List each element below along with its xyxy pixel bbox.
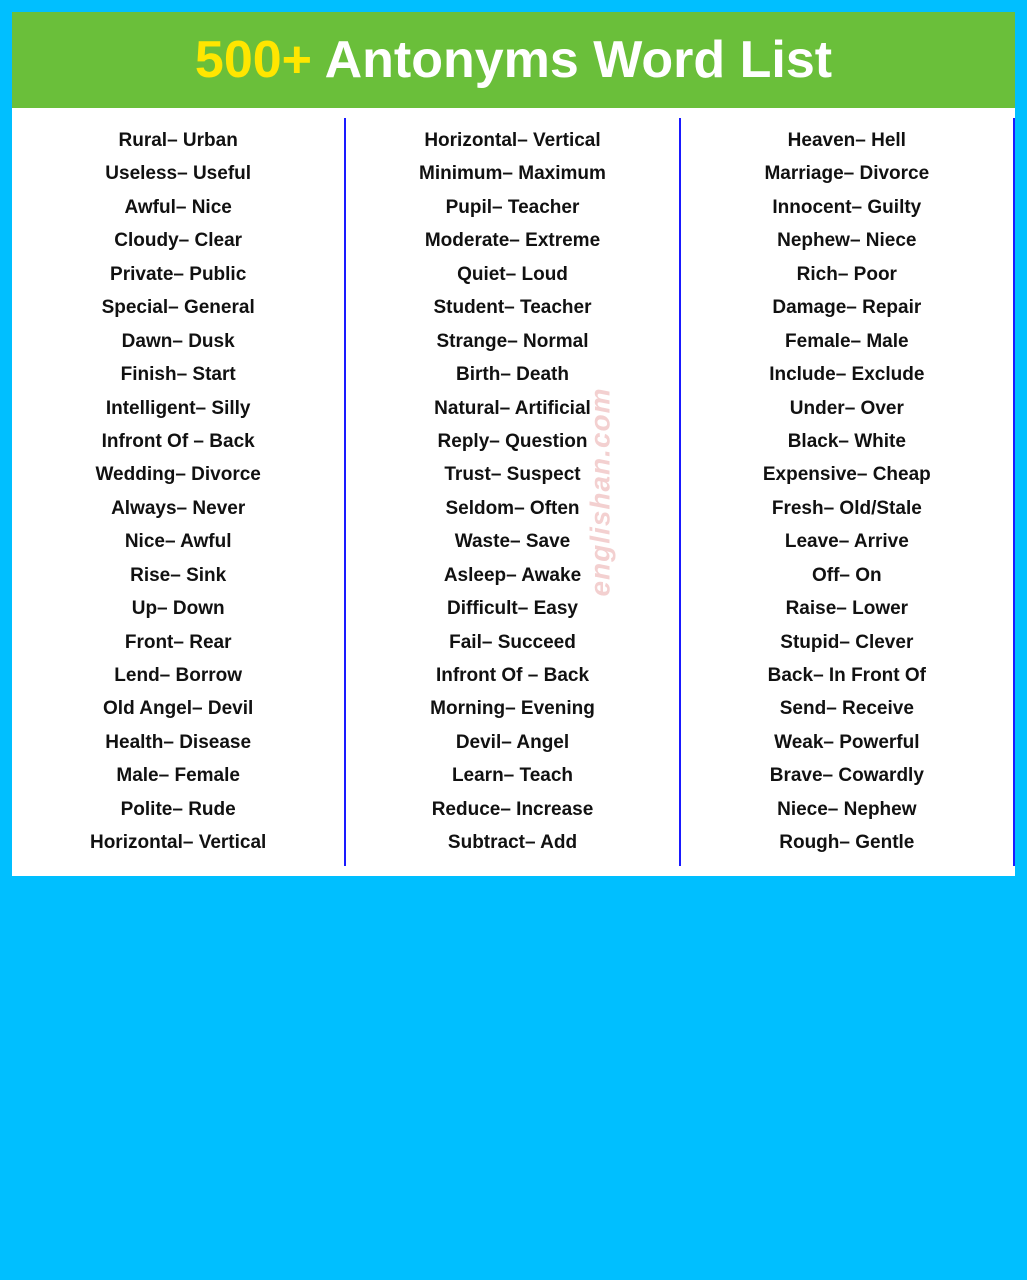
- list-item: Marriage– Divorce: [764, 157, 929, 190]
- list-item: Front– Rear: [125, 626, 232, 659]
- list-item: Always– Never: [111, 492, 245, 525]
- list-item: Waste– Save: [455, 525, 570, 558]
- list-item: Fail– Succeed: [449, 626, 576, 659]
- list-item: Quiet– Loud: [457, 258, 568, 291]
- list-item: Infront Of – Back: [102, 425, 255, 458]
- list-item: Male– Female: [116, 759, 240, 792]
- list-item: Polite– Rude: [121, 793, 236, 826]
- column-1: Rural– UrbanUseless– UsefulAwful– NiceCl…: [12, 118, 346, 866]
- list-item: Subtract– Add: [448, 826, 577, 859]
- list-item: Rural– Urban: [119, 124, 238, 157]
- list-item: Natural– Artificial: [434, 392, 591, 425]
- list-item: Old Angel– Devil: [103, 692, 253, 725]
- page-title: 500+ Antonyms Word List: [32, 30, 995, 90]
- list-item: Infront Of – Back: [436, 659, 589, 692]
- list-item: Cloudy– Clear: [114, 224, 242, 257]
- list-item: Send– Receive: [780, 692, 914, 725]
- list-item: Raise– Lower: [786, 592, 909, 625]
- list-item: Strange– Normal: [436, 325, 588, 358]
- list-item: Asleep– Awake: [444, 559, 581, 592]
- list-item: Birth– Death: [456, 358, 569, 391]
- list-item: Black– White: [788, 425, 906, 458]
- list-item: Morning– Evening: [430, 692, 595, 725]
- list-item: Moderate– Extreme: [425, 224, 600, 257]
- list-item: Health– Disease: [105, 726, 251, 759]
- list-item: Horizontal– Vertical: [90, 826, 266, 859]
- list-item: Devil– Angel: [456, 726, 569, 759]
- list-item: Difficult– Easy: [447, 592, 578, 625]
- list-item: Back– In Front Of: [768, 659, 926, 692]
- list-item: Nice– Awful: [125, 525, 232, 558]
- list-item: Damage– Repair: [772, 291, 921, 324]
- list-item: Wedding– Divorce: [95, 458, 260, 491]
- list-item: Off– On: [812, 559, 882, 592]
- list-item: Heaven– Hell: [788, 124, 906, 157]
- list-item: Weak– Powerful: [774, 726, 919, 759]
- page-header: 500+ Antonyms Word List: [12, 12, 1015, 108]
- list-item: Minimum– Maximum: [419, 157, 606, 190]
- list-item: Expensive– Cheap: [763, 458, 931, 491]
- list-item: Lend– Borrow: [114, 659, 242, 692]
- list-item: Up– Down: [132, 592, 225, 625]
- list-item: Trust– Suspect: [444, 458, 580, 491]
- list-item: Rise– Sink: [130, 559, 226, 592]
- list-item: Include– Exclude: [769, 358, 924, 391]
- list-item: Fresh– Old/Stale: [772, 492, 922, 525]
- list-item: Brave– Cowardly: [770, 759, 924, 792]
- list-item: Learn– Teach: [452, 759, 573, 792]
- list-item: Private– Public: [110, 258, 246, 291]
- list-item: Innocent– Guilty: [772, 191, 921, 224]
- list-item: Useless– Useful: [105, 157, 251, 190]
- header-number: 500+: [195, 31, 312, 89]
- header-title: Antonyms Word List: [325, 31, 832, 89]
- column-2: Horizontal– VerticalMinimum– MaximumPupi…: [346, 118, 680, 866]
- list-item: Leave– Arrive: [785, 525, 909, 558]
- list-item: Finish– Start: [121, 358, 236, 391]
- list-item: Intelligent– Silly: [106, 392, 251, 425]
- list-item: Special– General: [102, 291, 255, 324]
- page-container: 500+ Antonyms Word List Rural– UrbanUsel…: [8, 8, 1019, 880]
- column-3: Heaven– HellMarriage– DivorceInnocent– G…: [681, 118, 1015, 866]
- list-item: Stupid– Clever: [780, 626, 913, 659]
- list-item: Reply– Question: [438, 425, 588, 458]
- list-item: Female– Male: [785, 325, 909, 358]
- content-area: Rural– UrbanUseless– UsefulAwful– NiceCl…: [12, 108, 1015, 876]
- list-item: Nephew– Niece: [777, 224, 916, 257]
- list-item: Dawn– Dusk: [122, 325, 235, 358]
- list-item: Under– Over: [790, 392, 904, 425]
- list-item: Rough– Gentle: [779, 826, 914, 859]
- list-item: Niece– Nephew: [777, 793, 916, 826]
- list-item: Reduce– Increase: [432, 793, 594, 826]
- list-item: Seldom– Often: [445, 492, 579, 525]
- list-item: Horizontal– Vertical: [424, 124, 600, 157]
- list-item: Awful– Nice: [124, 191, 231, 224]
- list-item: Rich– Poor: [797, 258, 897, 291]
- list-item: Pupil– Teacher: [446, 191, 580, 224]
- list-item: Student– Teacher: [433, 291, 591, 324]
